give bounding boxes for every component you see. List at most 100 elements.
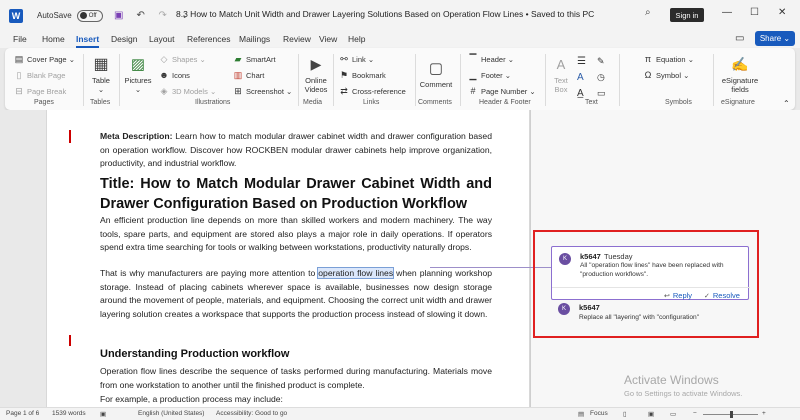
pi-icon: π xyxy=(644,54,652,64)
date-time-icon[interactable]: ◷ xyxy=(597,72,605,83)
wordart-icon[interactable]: A xyxy=(577,72,584,83)
smartart-icon: ▰ xyxy=(234,53,242,64)
equation-button[interactable]: π Equation ⌄ xyxy=(643,54,694,64)
page-break-button[interactable]: ⊟ Page Break xyxy=(14,86,66,96)
drop-cap-icon[interactable]: A̲ xyxy=(577,88,584,99)
autosave-toggle[interactable]: Off xyxy=(76,9,103,22)
tab-design[interactable]: Design xyxy=(111,34,137,44)
tab-help[interactable]: Help xyxy=(348,34,365,44)
cube-icon: ◈ xyxy=(160,85,168,96)
comment-card[interactable]: K k5647 Replace all "layering" with "con… xyxy=(551,300,749,328)
bookmark-button[interactable]: ⚑ Bookmark xyxy=(339,70,386,80)
pictures-button[interactable]: ▨ Pictures ⌄ xyxy=(123,54,153,94)
zoom-out-icon[interactable]: − xyxy=(693,410,697,417)
signature-line-icon[interactable]: ✎ xyxy=(597,56,605,67)
close-icon[interactable]: ✕ xyxy=(778,7,786,18)
undo-icon[interactable]: ↶ xyxy=(135,10,147,21)
sign-in-button[interactable]: Sign in xyxy=(670,8,704,22)
language[interactable]: English (United States) xyxy=(138,410,204,417)
page-number-button[interactable]: # Page Number ⌄ xyxy=(468,86,535,96)
title-bar: W AutoSave Off ▣ ↶ ↷ ⌄ 8.3 How to Match … xyxy=(0,0,800,31)
screenshot-icon: ⊞ xyxy=(234,85,242,96)
esignature-fields-button[interactable]: ✍ eSignature fields xyxy=(717,54,763,95)
shapes-icon: ◇ xyxy=(160,53,168,64)
icons-button[interactable]: ☻ Icons xyxy=(159,70,190,80)
comments-pane-icon[interactable]: ▭ xyxy=(735,33,744,44)
print-layout-icon[interactable]: ▣ xyxy=(648,410,654,418)
shapes-button[interactable]: ◇ Shapes ⌄ xyxy=(159,54,206,64)
header-button[interactable]: ▔ Header ⌄ xyxy=(468,54,514,64)
tab-review[interactable]: Review xyxy=(283,34,311,44)
read-mode-icon[interactable]: ▯ xyxy=(623,410,627,418)
status-bar: Page 1 of 6 1539 words ▣ English (United… xyxy=(0,407,800,420)
footer-button[interactable]: ▁ Footer ⌄ xyxy=(468,69,512,80)
cross-reference-icon: ⇄ xyxy=(340,85,348,96)
focus-icon[interactable]: ▤ xyxy=(578,410,584,418)
cover-page-button[interactable]: ▤ Cover Page ⌄ xyxy=(14,54,75,64)
group-label-pages: Pages xyxy=(34,99,54,106)
cover-page-icon: ▤ xyxy=(14,53,24,64)
document-title: 8.3 How to Match Unit Width and Drawer L… xyxy=(176,9,595,19)
tab-insert[interactable]: Insert xyxy=(76,34,100,48)
commented-text[interactable]: operation flow lines xyxy=(317,267,395,279)
tab-layout[interactable]: Layout xyxy=(149,34,175,44)
collapse-ribbon-icon[interactable]: ⌃ xyxy=(783,99,790,108)
zoom-slider-thumb[interactable] xyxy=(730,411,733,418)
blank-page-button[interactable]: ▯ Blank Page xyxy=(14,69,66,80)
comment-author: k5647 xyxy=(579,303,600,312)
online-videos-button[interactable]: ▶ Online Videos xyxy=(301,54,331,95)
reply-button[interactable]: ↩ Reply xyxy=(664,291,692,300)
accessibility-status[interactable]: Accessibility: Good to go xyxy=(216,410,287,417)
minimize-icon[interactable]: — xyxy=(722,7,732,18)
maximize-icon[interactable]: ☐ xyxy=(750,7,759,18)
cross-reference-button[interactable]: ⇄ Cross-reference xyxy=(339,86,406,96)
tab-mailings[interactable]: Mailings xyxy=(239,34,270,44)
tab-references[interactable]: References xyxy=(187,34,230,44)
chart-button[interactable]: ▥ Chart xyxy=(233,70,265,80)
page-number-icon: # xyxy=(470,86,476,96)
autosave-label: AutoSave xyxy=(37,11,72,20)
3d-models-button[interactable]: ◈ 3D Models ⌄ xyxy=(159,85,217,96)
tab-view[interactable]: View xyxy=(319,34,337,44)
tab-file[interactable]: File xyxy=(13,34,27,44)
meta-label: Meta Description: xyxy=(100,131,173,141)
paragraph[interactable]: That is why manufacturers are paying mor… xyxy=(100,267,492,321)
object-icon[interactable]: ▭ xyxy=(597,88,606,99)
web-layout-icon[interactable]: ▭ xyxy=(670,410,676,418)
symbol-button[interactable]: Ω Symbol ⌄ xyxy=(643,70,690,80)
resolve-button[interactable]: ✓ Resolve xyxy=(704,291,740,300)
new-comment-button[interactable]: ▢ Comment xyxy=(418,58,454,89)
quick-parts-icon[interactable]: ☰ xyxy=(577,56,586,67)
tab-home[interactable]: Home xyxy=(42,34,65,44)
meta-description[interactable]: Meta Description: Learn how to match mod… xyxy=(100,130,492,171)
pictures-icon: ▨ xyxy=(130,56,146,73)
paragraph[interactable]: Operation flow lines describe the sequen… xyxy=(100,365,492,392)
paragraph[interactable]: An efficient production line depends on … xyxy=(100,214,492,255)
screenshot-button[interactable]: ⊞ Screenshot ⌄ xyxy=(233,86,292,96)
focus-mode[interactable]: Focus xyxy=(590,410,608,417)
group-label-media: Media xyxy=(303,99,323,106)
redo-icon[interactable]: ↷ xyxy=(157,10,169,21)
zoom-in-icon[interactable]: + xyxy=(762,410,766,417)
footer-icon: ▁ xyxy=(469,69,477,80)
search-icon[interactable]: ⌕ xyxy=(645,7,651,18)
blank-page-icon: ▯ xyxy=(16,69,22,80)
paragraph[interactable]: For example, a production process may in… xyxy=(100,393,492,407)
group-label-header-footer: Header & Footer xyxy=(479,99,531,106)
smartart-button[interactable]: ▰ SmartArt xyxy=(233,54,276,64)
share-button[interactable]: Share ⌄ xyxy=(755,31,795,46)
word-count[interactable]: 1539 words xyxy=(52,410,86,417)
group-label-comments: Comments xyxy=(418,99,452,106)
save-icon[interactable]: ▣ xyxy=(113,10,125,21)
section-heading[interactable]: Understanding Production workflow xyxy=(100,348,289,360)
group-label-links: Links xyxy=(363,99,380,106)
comment-card[interactable]: K k5647 Tuesday All "operation flow line… xyxy=(551,246,750,300)
proofing-icon[interactable]: ▣ xyxy=(100,410,106,418)
video-icon: ▶ xyxy=(310,55,322,72)
page-count[interactable]: Page 1 of 6 xyxy=(6,410,39,417)
link-button[interactable]: ⚯ Link ⌄ xyxy=(339,54,374,64)
activate-windows-subtitle: Go to Settings to activate Windows. xyxy=(624,389,743,398)
table-button[interactable]: ▦ Table ⌄ xyxy=(89,54,113,94)
text-box-button[interactable]: A Text Box xyxy=(550,54,572,95)
document-title-heading[interactable]: Title: How to Match Modular Drawer Cabin… xyxy=(100,174,492,214)
